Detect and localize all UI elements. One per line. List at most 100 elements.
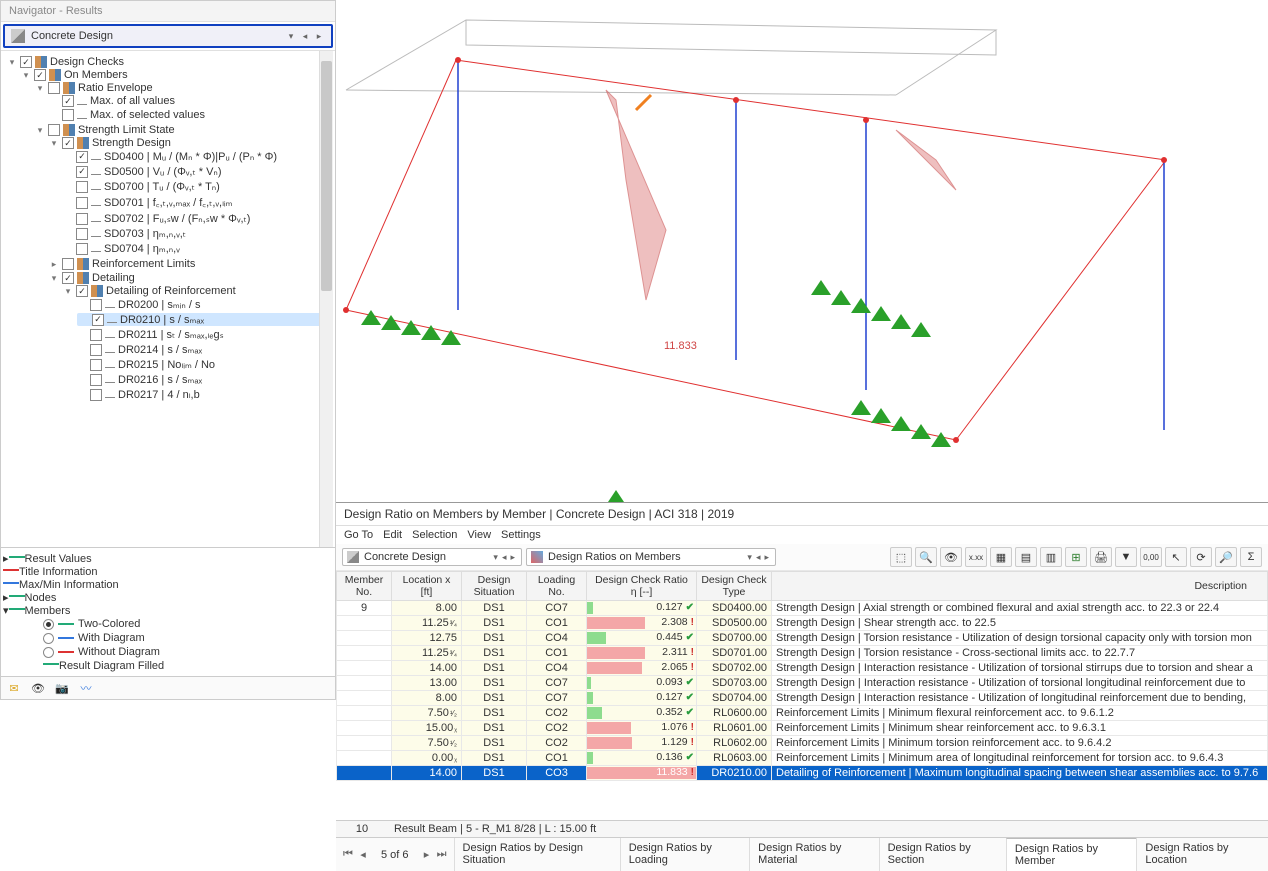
tree-strength-design[interactable]: ▾Strength Design xyxy=(49,137,333,149)
last-page-icon[interactable]: ⏭ xyxy=(436,848,448,861)
menu-edit[interactable]: Edit xyxy=(383,529,402,541)
tree-sd0400[interactable]: SD0400 | Mᵤ / (Mₙ * Φ)|Pᵤ / (Pₙ * Φ) xyxy=(63,150,333,163)
menu-settings[interactable]: Settings xyxy=(501,529,541,541)
tree-detailing[interactable]: ▾Detailing xyxy=(49,272,333,284)
tb-print-icon[interactable]: 🖨 xyxy=(1090,547,1112,567)
tb-zero-icon[interactable]: 0,00 xyxy=(1140,547,1162,567)
tb-table3-icon[interactable]: ▥ xyxy=(1040,547,1062,567)
tb-excel-icon[interactable]: ⊞ xyxy=(1065,547,1087,567)
table-row[interactable]: 11.25³⁄₄DS1CO12.308!SD0500.00Strength De… xyxy=(337,616,1268,631)
tree-sd0500[interactable]: SD0500 | Vᵤ / (Φᵥ,ₜ * Vₙ) xyxy=(63,165,333,178)
tab-design-ratios-by-location[interactable]: Design Ratios by Location xyxy=(1136,838,1268,871)
opt-result-values[interactable]: ▸Result Values xyxy=(3,552,333,565)
tree-ratio-envelope[interactable]: ▾Ratio Envelope xyxy=(35,82,333,94)
next-icon[interactable]: ▸ xyxy=(508,552,517,563)
model-viewport[interactable]: 11.833 xyxy=(336,0,1268,502)
first-page-icon[interactable]: ⏮ xyxy=(342,848,354,861)
table-row[interactable]: 14.00DS1CO311.833!DR0210.00Detailing of … xyxy=(337,766,1268,781)
table-row[interactable]: 13.00DS1CO70.093✔SD0703.00Strength Desig… xyxy=(337,676,1268,691)
table-row[interactable]: 8.00DS1CO70.127✔SD0704.00Strength Design… xyxy=(337,691,1268,706)
next-icon[interactable]: ▸ xyxy=(762,552,771,563)
opt-members[interactable]: ▾Members xyxy=(3,604,333,617)
design-type-selector[interactable]: Concrete Design ▾ ◂ ▸ xyxy=(3,24,333,48)
next-page-icon[interactable]: ▸ xyxy=(421,848,433,861)
tab-design-ratios-by-loading[interactable]: Design Ratios by Loading xyxy=(620,838,749,871)
tree-strength-limit-state[interactable]: ▾Strength Limit State xyxy=(35,124,333,136)
next-design-icon[interactable]: ▸ xyxy=(313,30,325,42)
tree-detailing-of-reinforcement[interactable]: ▾Detailing of Reinforcement xyxy=(63,285,333,297)
tree-design-checks[interactable]: ▾Design Checks xyxy=(7,56,333,68)
col-location[interactable]: Location x [ft] xyxy=(392,572,462,601)
tree-scrollbar[interactable] xyxy=(319,51,333,547)
chevron-down-icon[interactable]: ▾ xyxy=(285,30,297,42)
chevron-down-icon[interactable]: ▾ xyxy=(491,552,500,563)
opt-nodes[interactable]: ▸Nodes xyxy=(3,591,333,604)
radio-without-diagram[interactable]: Without Diagram xyxy=(3,645,333,659)
results-tree[interactable]: ▾Design Checks ▾On Members ▾Ratio Envelo… xyxy=(1,50,335,547)
menu-selection[interactable]: Selection xyxy=(412,529,457,541)
tb-eye-icon[interactable]: 👁 xyxy=(940,547,962,567)
tab-design-ratios-by-member[interactable]: Design Ratios by Member xyxy=(1006,838,1137,871)
tb-table1-icon[interactable]: ▦ xyxy=(990,547,1012,567)
tree-sd0704[interactable]: SD0704 | ηₘ,ₙ,ᵥ xyxy=(63,242,333,255)
tree-dr0211[interactable]: DR0211 | sₜ / sₘₐₓ,ₗₑgₛ xyxy=(77,328,333,341)
tab-design-ratios-by-design-situation[interactable]: Design Ratios by Design Situation xyxy=(454,838,620,871)
tree-dr0217[interactable]: DR0217 | 4 / nₗ,b xyxy=(77,388,333,401)
tab-design-ratios-by-material[interactable]: Design Ratios by Material xyxy=(749,838,878,871)
table-row[interactable]: 98.00DS1CO70.127✔SD0400.00Strength Desig… xyxy=(337,601,1268,616)
tb-zoom-icon[interactable]: 🔎 xyxy=(1215,547,1237,567)
chk-result-diagram-filled[interactable]: Result Diagram Filled xyxy=(3,659,333,672)
tool-wave-icon[interactable]: 〰 xyxy=(77,680,95,696)
results-table[interactable]: Member No. Location x [ft] Design Situat… xyxy=(336,571,1268,820)
tree-dr0200[interactable]: DR0200 | sₘᵢₙ / s xyxy=(77,298,333,311)
tree-reinforcement-limits[interactable]: ▸Reinforcement Limits xyxy=(49,258,333,270)
tree-sd0702[interactable]: SD0702 | Fᵤ,ₛw / (Fₙ,ₛw * Φᵥ,ₜ) xyxy=(63,212,333,225)
table-row[interactable]: 7.50¹⁄₂DS1CO20.352✔RL0600.00Reinforcemen… xyxy=(337,706,1268,721)
tree-sd0703[interactable]: SD0703 | ηₘ,ₙ,ᵥ,ₜ xyxy=(63,227,333,240)
combo-result-type[interactable]: Design Ratios on Members ▾ ◂ ▸ xyxy=(526,548,776,566)
tb-select-icon[interactable]: ⬚ xyxy=(890,547,912,567)
menu-view[interactable]: View xyxy=(467,529,491,541)
table-row[interactable]: 11.25³⁄₄DS1CO12.311!SD0701.00Strength De… xyxy=(337,646,1268,661)
tb-filter-icon[interactable]: ▼ xyxy=(1115,547,1137,567)
tree-dr0216[interactable]: DR0216 | s / sₘₐₓ xyxy=(77,373,333,386)
tree-on-members[interactable]: ▾On Members xyxy=(21,69,333,81)
table-row[interactable]: 15.00ᵪDS1CO21.076!RL0601.00Reinforcement… xyxy=(337,721,1268,736)
tb-pointer-icon[interactable]: ↖ xyxy=(1165,547,1187,567)
col-desc[interactable]: Description xyxy=(772,572,1268,601)
opt-title-info[interactable]: Title Information xyxy=(3,565,333,578)
tool-camera-icon[interactable]: 📷 xyxy=(53,680,71,696)
tb-refresh-icon[interactable]: ⟳ xyxy=(1190,547,1212,567)
tb-table2-icon[interactable]: ▤ xyxy=(1015,547,1037,567)
radio-with-diagram[interactable]: With Diagram xyxy=(3,631,333,645)
col-member-no[interactable]: Member No. xyxy=(337,572,392,601)
tree-max-all[interactable]: Max. of all values xyxy=(49,95,333,107)
tb-sigma-icon[interactable]: Σ xyxy=(1240,547,1262,567)
tb-find-icon[interactable]: 🔍 xyxy=(915,547,937,567)
col-ds[interactable]: Design Situation xyxy=(462,572,527,601)
prev-icon[interactable]: ◂ xyxy=(500,552,509,563)
tree-max-selected[interactable]: Max. of selected values xyxy=(49,109,333,121)
table-row[interactable]: 7.50¹⁄₂DS1CO21.129!RL0602.00Reinforcemen… xyxy=(337,736,1268,751)
chevron-down-icon[interactable]: ▾ xyxy=(745,552,754,563)
tool-eye-icon[interactable]: 👁 xyxy=(29,680,47,696)
prev-design-icon[interactable]: ◂ xyxy=(299,30,311,42)
tab-design-ratios-by-section[interactable]: Design Ratios by Section xyxy=(879,838,1006,871)
table-row[interactable]: 12.75DS1CO40.445✔SD0700.00Strength Desig… xyxy=(337,631,1268,646)
col-loading[interactable]: Loading No. xyxy=(527,572,587,601)
prev-icon[interactable]: ◂ xyxy=(754,552,763,563)
col-type[interactable]: Design Check Type xyxy=(697,572,772,601)
prev-page-icon[interactable]: ◂ xyxy=(357,848,369,861)
table-row[interactable]: 0.00ᵪDS1CO10.136✔RL0603.00Reinforcement … xyxy=(337,751,1268,766)
tree-dr0210[interactable]: DR0210 | s / sₘₐₓ xyxy=(77,313,333,326)
combo-design-type[interactable]: Concrete Design ▾ ◂ ▸ xyxy=(342,548,522,566)
table-row[interactable]: 14.00DS1CO42.065!SD0702.00Strength Desig… xyxy=(337,661,1268,676)
opt-maxmin-info[interactable]: Max/Min Information xyxy=(3,578,333,591)
tree-dr0215[interactable]: DR0215 | Noₗᵢₘ / No xyxy=(77,358,333,371)
tree-sd0701[interactable]: SD0701 | f꜀,ₜ,ᵥ,ₘₐₓ / f꜀,ₜ,ᵥ,ₗᵢₘ xyxy=(63,195,333,210)
tb-xxx-icon[interactable]: x.xx xyxy=(965,547,987,567)
tree-dr0214[interactable]: DR0214 | s / sₘₐₓ xyxy=(77,343,333,356)
radio-two-colored[interactable]: Two-Colored xyxy=(3,617,333,631)
tree-sd0700[interactable]: SD0700 | Tᵤ / (Φᵥ,ₜ * Tₙ) xyxy=(63,180,333,193)
tool-msg-icon[interactable]: ✉ xyxy=(5,680,23,696)
